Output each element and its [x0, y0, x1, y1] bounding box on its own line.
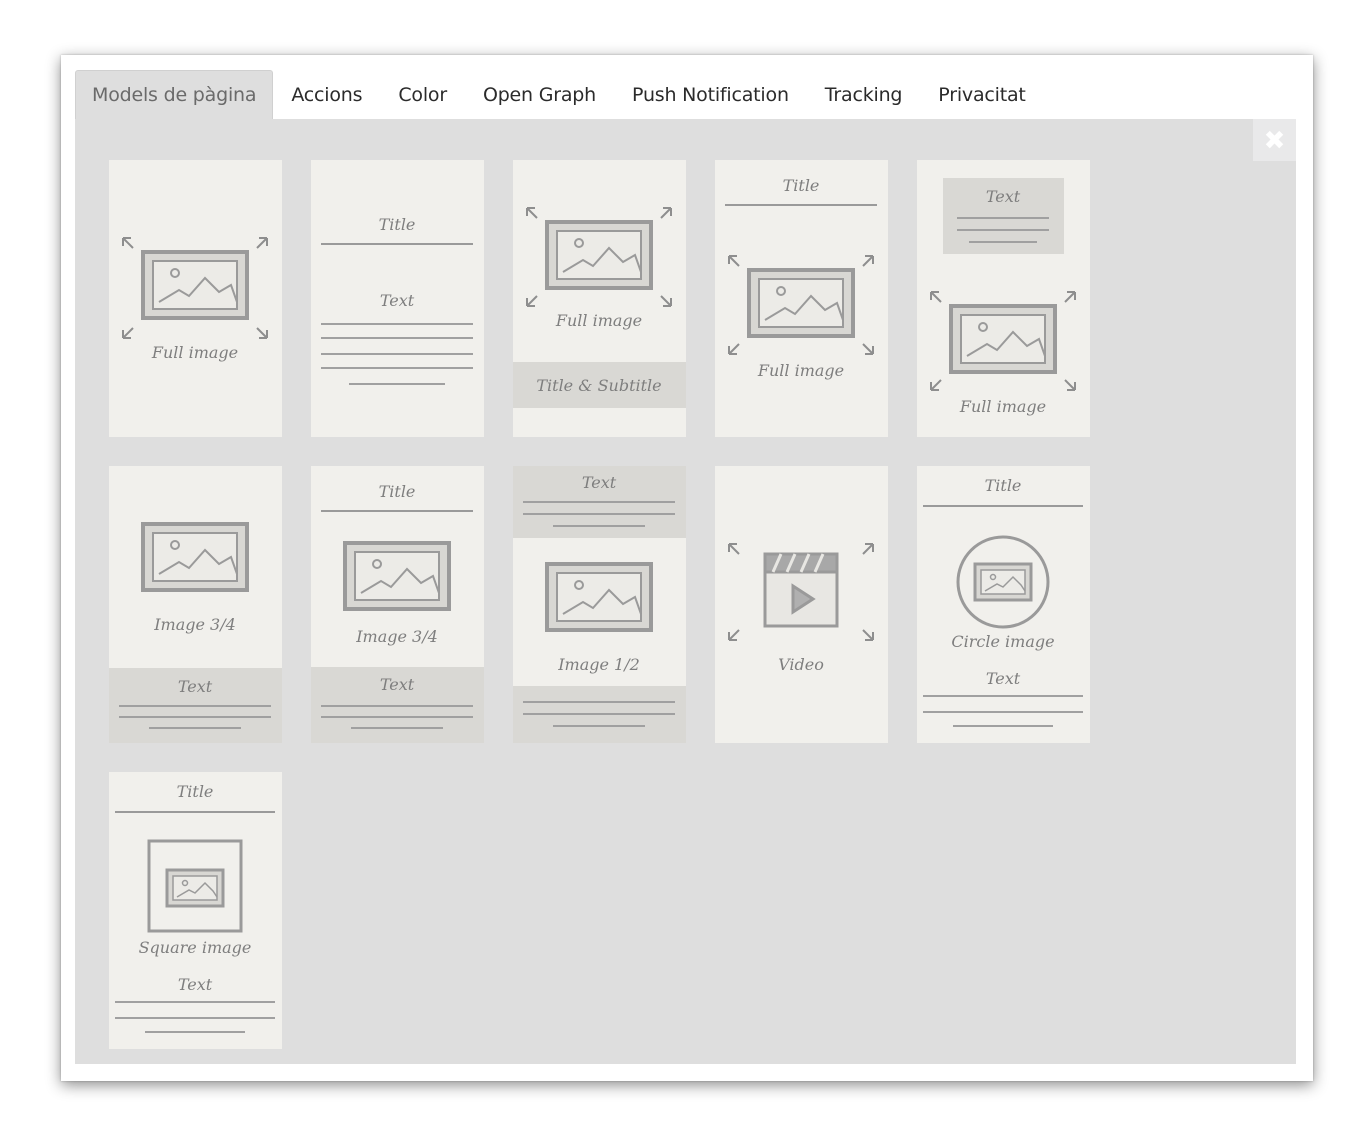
- template-label: Title: [379, 482, 416, 501]
- template-label: Image 1/2: [557, 655, 640, 674]
- templates-panel: ✖ Full image Title Text Full image Title…: [75, 119, 1296, 1064]
- template-thumbnail: Text Image 1/2: [513, 466, 686, 743]
- template-label: Full image: [555, 311, 642, 330]
- template-title-image-3-4-text[interactable]: Title Image 3/4 Text: [311, 466, 484, 743]
- page-templates-dialog: Models de pàgina Accions Color Open Grap…: [61, 55, 1313, 1081]
- tab-accions[interactable]: Accions: [273, 70, 380, 119]
- template-thumbnail: Title Circle image Text: [923, 476, 1083, 727]
- template-label: Title: [379, 215, 416, 234]
- template-label: Text: [986, 187, 1021, 206]
- tab-color[interactable]: Color: [380, 70, 465, 119]
- tab-open-graph[interactable]: Open Graph: [465, 70, 614, 119]
- template-thumbnail: Title Image 3/4 Text: [311, 482, 484, 743]
- template-thumbnail: Title Full image: [725, 176, 877, 380]
- template-label: Video: [778, 655, 824, 674]
- circle-image-icon: [956, 535, 1050, 629]
- square-image-icon: [147, 839, 243, 933]
- template-thumbnail: Image 3/4 Text: [109, 522, 282, 743]
- template-label: Full image: [757, 361, 844, 380]
- tab-bar: Models de pàgina Accions Color Open Grap…: [75, 70, 1299, 119]
- tab-models-de-pagina[interactable]: Models de pàgina: [75, 70, 274, 119]
- template-text-full-image[interactable]: Text Full image: [917, 160, 1090, 437]
- tab-privacitat[interactable]: Privacitat: [920, 70, 1043, 119]
- template-label: Square image: [139, 938, 252, 957]
- image-icon: [949, 304, 1057, 374]
- template-thumbnail: Full image: [122, 237, 268, 362]
- template-full-image[interactable]: Full image: [109, 160, 282, 437]
- template-title-text[interactable]: Title Text: [311, 160, 484, 437]
- image-icon: [545, 220, 653, 290]
- template-label: Image 3/4: [355, 627, 438, 646]
- template-thumbnail: Full image Title & Subtitle: [513, 207, 686, 408]
- template-thumbnail: Title Text: [321, 215, 473, 385]
- template-label: Text: [380, 675, 415, 694]
- template-label: Text: [582, 473, 617, 492]
- template-label: Image 3/4: [153, 615, 236, 634]
- template-label: Title: [177, 782, 214, 801]
- template-title-square-image-text[interactable]: Title Square image Text: [109, 772, 282, 1049]
- template-text-image-1-2[interactable]: Text Image 1/2: [513, 466, 686, 743]
- template-video[interactable]: Video: [715, 466, 888, 743]
- template-label: Text: [986, 669, 1021, 688]
- close-icon: ✖: [1263, 124, 1286, 155]
- image-icon: [141, 522, 249, 592]
- template-title-full-image[interactable]: Title Full image: [715, 160, 888, 437]
- template-label: Title: [783, 176, 820, 195]
- template-label: Text: [178, 677, 213, 696]
- template-label: Circle image: [951, 632, 1054, 651]
- template-thumbnail: Text Full image: [930, 178, 1076, 416]
- template-thumbnail: Title Square image Text: [115, 782, 275, 1033]
- template-thumbnail: Video: [728, 543, 874, 674]
- template-image-3-4-text[interactable]: Image 3/4 Text: [109, 466, 282, 743]
- image-icon: [343, 541, 451, 611]
- image-icon: [545, 562, 653, 632]
- tab-tracking[interactable]: Tracking: [807, 70, 921, 119]
- template-label: Title & Subtitle: [536, 376, 661, 395]
- image-icon: [141, 250, 249, 320]
- template-full-image-title-subtitle[interactable]: Full image Title & Subtitle: [513, 160, 686, 437]
- video-icon: [763, 552, 839, 628]
- template-title-circle-image-text[interactable]: Title Circle image Text: [917, 466, 1090, 743]
- template-label: Full image: [151, 343, 238, 362]
- template-label: Text: [178, 975, 213, 994]
- image-icon: [747, 268, 855, 338]
- template-label: Full image: [959, 397, 1046, 416]
- template-label: Text: [380, 291, 415, 310]
- template-label: Title: [985, 476, 1022, 495]
- close-button[interactable]: ✖: [1253, 119, 1296, 161]
- tab-push-notification[interactable]: Push Notification: [614, 70, 807, 119]
